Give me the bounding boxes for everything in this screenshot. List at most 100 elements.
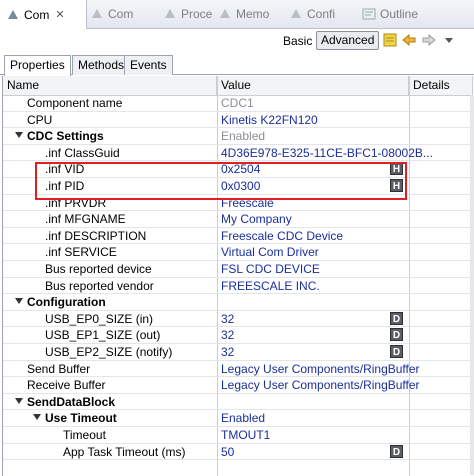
property-name: App Task Timeout (ms) — [63, 444, 186, 459]
view-tab-strip: Com ✕ Com Proce Memo Confi Outline — [0, 0, 474, 29]
view-menu-icon[interactable] — [441, 32, 457, 48]
property-name: .inf ClassGuid — [45, 145, 120, 160]
properties-table: Name Value Details Component name CDC1 CPU… — [2, 76, 473, 476]
property-name: USB_EP1_SIZE (out) — [45, 328, 161, 343]
view-tab[interactable]: Confi — [283, 0, 359, 28]
decimal-format-badge[interactable]: D — [390, 444, 403, 458]
vid-pid-highlight-box — [35, 162, 407, 200]
property-name: SendDataBlock — [27, 394, 116, 409]
property-value[interactable]: FREESCALE INC. — [221, 278, 320, 294]
column-header-value[interactable]: Value — [217, 76, 409, 95]
expand-arrow-icon[interactable] — [15, 298, 23, 305]
table-row[interactable]: Receive Buffer Legacy User Components/Rin… — [3, 377, 473, 394]
property-value[interactable]: Virtual Com Driver — [221, 244, 319, 260]
property-value[interactable]: TMOUT1 — [221, 427, 270, 443]
table-row[interactable]: USB_EP0_SIZE (in) 32 D — [3, 311, 473, 328]
property-value[interactable]: 32 — [221, 327, 234, 343]
view-tab[interactable]: Outline — [356, 0, 422, 28]
table-row[interactable]: Timeout TMOUT1 — [3, 427, 473, 444]
table-row[interactable]: SendDataBlock — [3, 394, 473, 411]
property-name: Receive Buffer — [27, 378, 106, 393]
tab-methods[interactable]: Methods — [72, 55, 131, 75]
view-tab-label: Outline — [380, 7, 419, 21]
property-value[interactable]: 4D36E978-E325-11CE-BFC1-08002B... — [221, 145, 433, 161]
property-value[interactable]: Enabled — [221, 128, 265, 144]
view-tab-label: Proce — [181, 7, 213, 21]
view-tab[interactable]: Com ✕ — [0, 0, 87, 29]
table-row[interactable]: Bus reported vendor FREESCALE INC. — [3, 278, 473, 295]
notepad-icon[interactable] — [382, 32, 398, 48]
view-tab[interactable]: Memo — [212, 0, 286, 28]
property-name: Bus reported vendor — [45, 278, 154, 293]
table-row[interactable]: USB_EP2_SIZE (notify) 32 D — [3, 344, 473, 361]
property-value[interactable]: CDC1 — [221, 95, 254, 111]
property-name: .inf DESCRIPTION — [45, 228, 147, 243]
view-tab-label: Memo — [236, 7, 270, 21]
table-row[interactable]: .inf MFGNAME My Company — [3, 211, 473, 228]
expand-arrow-icon[interactable] — [15, 132, 23, 139]
close-icon[interactable]: ✕ — [55, 8, 64, 21]
tab-events[interactable]: Events — [124, 55, 173, 75]
component-view-icon — [165, 9, 175, 18]
property-value[interactable]: FSL CDC DEVICE — [221, 261, 320, 277]
property-value[interactable]: Legacy User Components/RingBuffer — [221, 377, 420, 393]
property-name: Use Timeout — [45, 411, 117, 426]
properties-toolbar: Basic Advanced — [0, 29, 474, 53]
view-tab-label: Com — [108, 7, 134, 21]
forward-arrow-icon[interactable] — [421, 32, 437, 48]
table-row[interactable]: Bus reported device FSL CDC DEVICE — [3, 261, 473, 278]
table-row[interactable]: App Task Timeout (ms) 50 D — [3, 444, 473, 461]
property-name: Component name — [27, 96, 123, 110]
property-name: CDC Settings — [27, 129, 104, 144]
component-view-icon — [92, 9, 102, 18]
property-name: CPU — [27, 112, 53, 127]
vertical-scrollbar[interactable] — [470, 95, 474, 475]
property-tabs: Properties Methods Events — [0, 53, 474, 76]
component-view-icon — [291, 9, 301, 18]
basic-mode-button[interactable]: Basic — [283, 34, 312, 48]
advanced-mode-button[interactable]: Advanced — [316, 31, 380, 50]
view-tab[interactable]: Proce — [157, 0, 215, 28]
decimal-format-badge[interactable]: D — [390, 328, 403, 342]
view-tab[interactable]: Com — [84, 0, 160, 28]
view-tab-label: Confi — [307, 7, 336, 21]
property-value[interactable]: 50 — [221, 444, 234, 460]
table-row[interactable]: Use Timeout Enabled — [3, 410, 473, 427]
tab-properties[interactable]: Properties — [4, 55, 71, 76]
property-name: Bus reported device — [45, 262, 152, 276]
property-name: .inf MFGNAME — [45, 212, 126, 227]
property-name: Configuration — [27, 295, 106, 310]
column-header-details[interactable]: Details — [409, 76, 473, 95]
component-view-icon — [220, 9, 230, 18]
back-arrow-icon[interactable] — [401, 32, 417, 48]
table-row[interactable]: USB_EP1_SIZE (out) 32 D — [3, 327, 473, 344]
property-name: USB_EP2_SIZE (notify) — [45, 345, 173, 359]
column-header-name[interactable]: Name — [3, 76, 217, 95]
property-value[interactable]: 32 — [221, 344, 234, 360]
property-value[interactable]: Enabled — [221, 410, 265, 426]
property-name: USB_EP0_SIZE (in) — [45, 311, 154, 326]
table-row[interactable]: Component name CDC1 — [3, 95, 473, 112]
table-header: Name Value Details — [3, 76, 473, 96]
component-view-icon — [8, 9, 18, 19]
property-value[interactable]: Kinetis K22FN120 — [221, 112, 318, 128]
property-value[interactable]: Legacy User Components/RingBuffer — [221, 361, 420, 377]
property-value[interactable]: Freescale CDC Device — [221, 228, 343, 244]
property-value[interactable]: 32 — [221, 311, 234, 327]
property-value[interactable]: My Company — [221, 211, 292, 227]
property-name: Timeout — [63, 428, 106, 442]
table-row[interactable]: CDC Settings Enabled — [3, 128, 473, 145]
outline-view-icon — [362, 8, 376, 20]
table-row[interactable]: Send Buffer Legacy User Components/RingBu… — [3, 361, 473, 378]
table-row[interactable]: .inf ClassGuid 4D36E978-E325-11CE-BFC1-08… — [3, 145, 473, 162]
table-row[interactable]: Configuration — [3, 294, 473, 311]
decimal-format-badge[interactable]: D — [390, 345, 403, 358]
table-row[interactable]: .inf SERVICE Virtual Com Driver — [3, 244, 473, 261]
expand-arrow-icon[interactable] — [15, 397, 23, 404]
expand-arrow-icon[interactable] — [33, 414, 41, 421]
table-row[interactable]: CPU Kinetis K22FN120 — [3, 112, 473, 129]
table-row[interactable]: .inf DESCRIPTION Freescale CDC Device — [3, 228, 473, 245]
decimal-format-badge[interactable]: D — [390, 311, 403, 325]
property-name: .inf SERVICE — [45, 245, 117, 260]
property-name: Send Buffer — [27, 361, 91, 376]
